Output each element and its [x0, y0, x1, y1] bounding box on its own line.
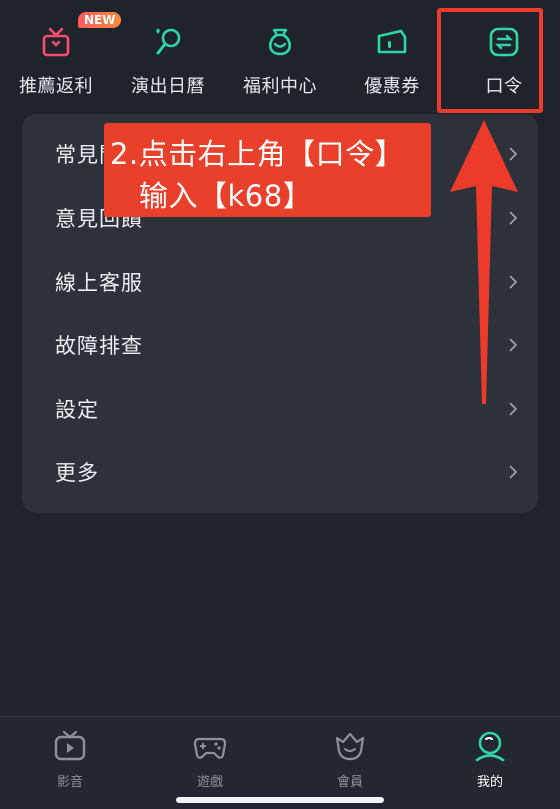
shortcut-row: 推薦返利 NEW 演出日曆 福利中心 優惠券 口令	[0, 0, 560, 112]
shortcut-welfare-center[interactable]: 福利中心	[224, 0, 336, 112]
gift-icon	[36, 22, 76, 62]
shortcut-label: 口令	[485, 76, 523, 97]
money-bag-icon	[260, 22, 300, 62]
crown-icon	[335, 732, 365, 761]
shortcut-referral-rebate[interactable]: 推薦返利 NEW	[0, 0, 122, 112]
chevron-right-icon	[509, 464, 518, 479]
instruction-callout: 2.点击右上角【口令】 输入【k68】	[104, 123, 431, 217]
menu-item-label: 線上客服	[55, 270, 143, 295]
nav-item-games[interactable]: 遊戲	[140, 717, 280, 809]
shortcut-label: 優惠券	[364, 76, 420, 97]
instruction-line-2: 输入【k68】	[139, 179, 313, 213]
shortcut-label: 推薦返利	[19, 76, 93, 97]
bottom-nav: 影音 遊戲 會員 我的	[0, 716, 560, 809]
gamepad-icon	[193, 737, 227, 759]
menu-item-label: 故障排查	[55, 333, 143, 358]
nav-label: 會員	[336, 775, 363, 790]
microphone-icon	[148, 22, 188, 62]
shortcut-show-calendar[interactable]: 演出日曆	[112, 0, 224, 112]
shortcut-label: 演出日曆	[131, 76, 205, 97]
nav-label: 我的	[476, 775, 503, 790]
nav-label: 遊戲	[196, 775, 223, 790]
shortcut-coupons[interactable]: 優惠券	[336, 0, 448, 112]
coupon-icon	[372, 22, 412, 62]
shortcut-label: 福利中心	[243, 76, 317, 97]
nav-item-membership[interactable]: 會員	[280, 717, 420, 809]
code-swap-icon	[484, 22, 524, 62]
nav-label: 影音	[56, 775, 83, 790]
page: 推薦返利 NEW 演出日曆 福利中心 優惠券 口令 常見問題 意見回饋 線上客服…	[0, 0, 560, 809]
tv-icon	[54, 730, 86, 761]
shortcut-passcode[interactable]: 口令	[448, 0, 560, 112]
menu-item-label: 設定	[55, 397, 99, 422]
instruction-line-1: 2.点击右上角【口令】	[110, 137, 405, 171]
menu-item-label: 更多	[55, 460, 99, 485]
nav-item-video[interactable]: 影音	[0, 717, 140, 809]
pointer-arrow-icon	[450, 120, 518, 404]
nav-item-profile[interactable]: 我的	[420, 717, 560, 809]
home-indicator	[176, 797, 384, 803]
profile-icon	[475, 731, 505, 762]
menu-item-more[interactable]: 更多	[22, 440, 538, 503]
